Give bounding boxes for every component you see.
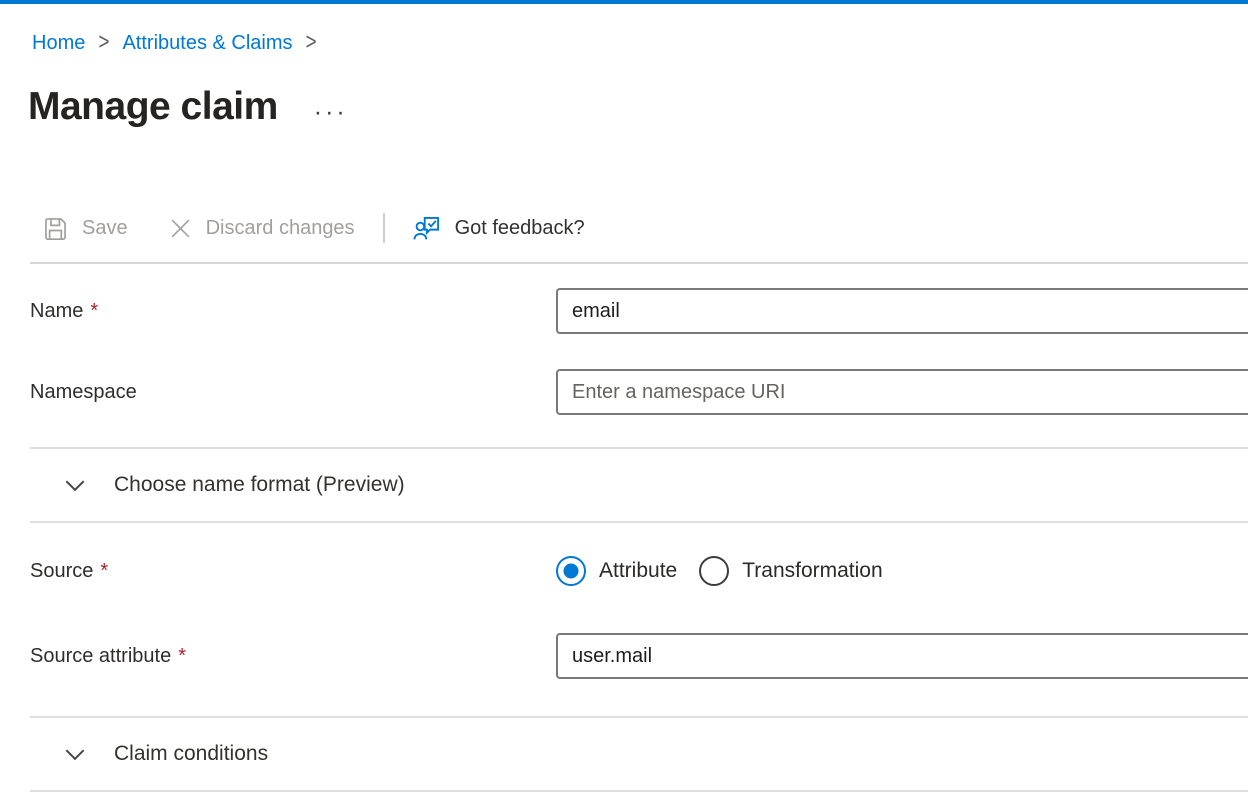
namespace-field-row: Namespace (30, 369, 1248, 415)
page-title: Manage claim (28, 82, 278, 132)
save-icon (42, 215, 69, 242)
section-choose-name-format-label: Choose name format (Preview) (114, 473, 405, 497)
section-claim-conditions-label: Claim conditions (114, 742, 268, 766)
breadcrumb-home-link[interactable]: Home (32, 30, 85, 56)
source-attribute-label: Source attribute * (30, 645, 556, 668)
close-icon (168, 216, 193, 241)
toolbar-divider (383, 213, 385, 243)
radio-unselected-icon (699, 556, 729, 586)
page-header: Manage claim ··· (28, 82, 1248, 132)
source-radio-transformation-label: Transformation (742, 559, 882, 583)
source-attribute-input[interactable] (556, 633, 1248, 679)
source-radio-attribute[interactable]: Attribute (556, 556, 677, 586)
name-label: Name * (30, 300, 556, 323)
chevron-down-icon (62, 741, 88, 767)
name-input[interactable] (556, 288, 1248, 334)
save-button-label: Save (82, 217, 128, 240)
toolbar-bottom-divider (30, 262, 1248, 264)
discard-changes-button[interactable]: Discard changes (156, 210, 367, 247)
namespace-label: Namespace (30, 381, 556, 404)
breadcrumb: Home > Attributes & Claims > (32, 30, 1248, 56)
source-radio-attribute-label: Attribute (599, 559, 677, 583)
namespace-input[interactable] (556, 369, 1248, 415)
source-label: Source * (30, 560, 556, 583)
source-label-text: Source (30, 560, 93, 582)
chevron-down-icon (62, 472, 88, 498)
section-claim-conditions[interactable]: Claim conditions (30, 718, 1248, 790)
section-divider (30, 790, 1248, 792)
more-options-button[interactable]: ··· (308, 103, 354, 121)
source-radio-group: Attribute Transformation (556, 556, 883, 586)
got-feedback-label: Got feedback? (455, 217, 585, 240)
breadcrumb-separator-icon: > (293, 27, 330, 60)
source-radio-transformation[interactable]: Transformation (699, 556, 882, 586)
discard-changes-label: Discard changes (206, 217, 355, 240)
source-field-row: Source * Attribute Transformation (30, 549, 1248, 593)
namespace-label-text: Namespace (30, 381, 137, 403)
required-asterisk: * (178, 645, 186, 667)
section-choose-name-format[interactable]: Choose name format (Preview) (30, 449, 1248, 521)
required-asterisk: * (90, 300, 98, 322)
required-asterisk: * (100, 560, 108, 582)
top-accent-bar (0, 0, 1248, 4)
name-label-text: Name (30, 300, 83, 322)
save-button[interactable]: Save (30, 209, 140, 248)
name-field-row: Name * (30, 288, 1248, 334)
breadcrumb-attributes-claims-link[interactable]: Attributes & Claims (122, 30, 292, 56)
got-feedback-button[interactable]: Got feedback? (401, 208, 597, 249)
section-divider (30, 521, 1248, 523)
source-attribute-label-text: Source attribute (30, 645, 171, 667)
radio-selected-icon (556, 556, 586, 586)
command-bar: Save Discard changes Got feedback? (30, 208, 1248, 248)
source-attribute-field-row: Source attribute * (30, 633, 1248, 679)
feedback-icon (413, 214, 442, 243)
breadcrumb-separator-icon: > (85, 27, 122, 60)
